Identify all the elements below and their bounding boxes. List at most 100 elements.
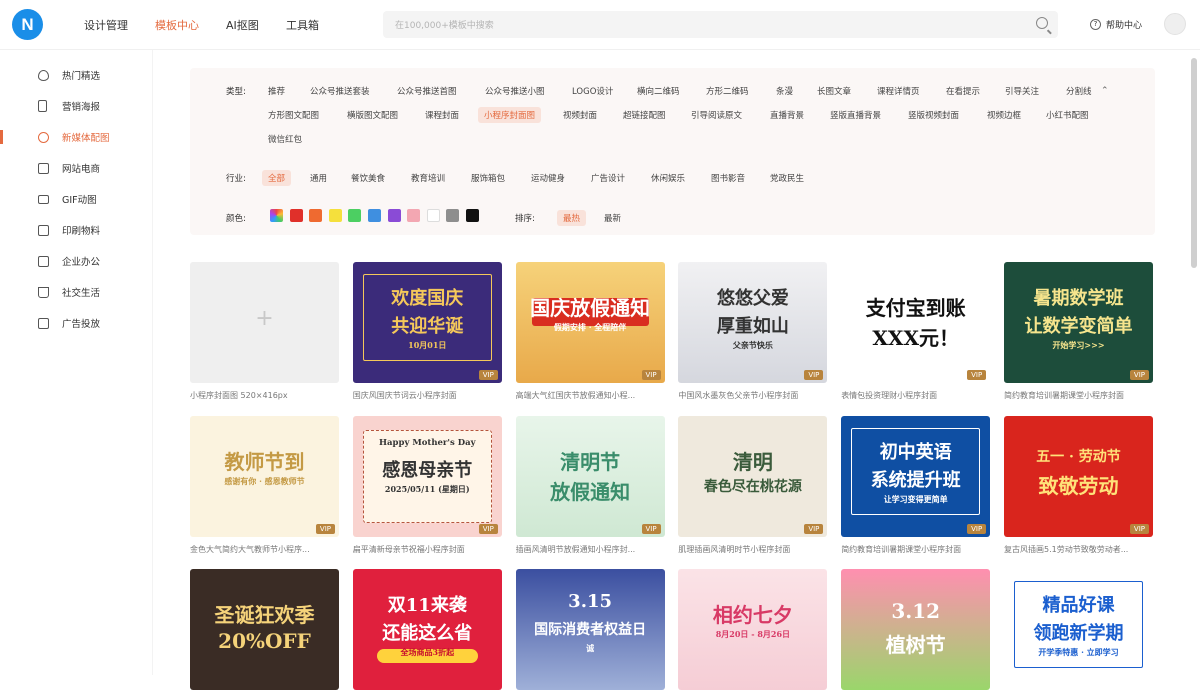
- color-swatch[interactable]: [407, 209, 421, 222]
- template-caption[interactable]: 中国风水墨灰色父亲节小程序封面: [678, 390, 827, 401]
- filter-type-option[interactable]: 分割线: [1066, 85, 1092, 97]
- template-card[interactable]: 清明 春色尽在桃花源 VIP: [678, 415, 828, 537]
- template-card[interactable]: 3.15 国际消费者权益日诚: [515, 569, 665, 690]
- filter-type-option[interactable]: 微信红包: [268, 133, 302, 145]
- template-card[interactable]: 悠悠父爱 厚重如山 父亲节快乐 VIP: [678, 262, 828, 383]
- template-caption[interactable]: 金色大气简约大气教师节小程序...: [190, 544, 339, 555]
- color-swatch[interactable]: [309, 209, 323, 222]
- nav-design-manage[interactable]: 设计管理: [84, 17, 128, 33]
- template-card[interactable]: +: [190, 262, 339, 383]
- template-card[interactable]: 初中英语 系统提升班 让学习变得更简单 VIP: [841, 415, 991, 537]
- filter-type-option[interactable]: 长图文章: [817, 85, 851, 97]
- filter-industry-option[interactable]: 图书影音: [711, 172, 745, 184]
- filter-type-option[interactable]: 引导关注: [1005, 85, 1039, 97]
- color-swatch[interactable]: [270, 209, 283, 222]
- color-swatch[interactable]: [348, 209, 362, 222]
- template-caption[interactable]: 简约教育培训暑期课堂小程序封面: [1004, 390, 1153, 401]
- sort-option[interactable]: 最新: [604, 212, 621, 224]
- template-card[interactable]: 3.12 植树节: [841, 569, 991, 690]
- template-caption[interactable]: 插画风清明节放假通知小程序封...: [516, 544, 665, 555]
- template-caption[interactable]: 简约教育培训暑期课堂小程序封面: [841, 544, 990, 555]
- filter-type-option[interactable]: 公众号推送首图: [397, 85, 457, 97]
- filter-industry-option[interactable]: 服饰箱包: [471, 172, 505, 184]
- filter-industry-option[interactable]: 通用: [310, 172, 327, 184]
- template-caption[interactable]: 高端大气红国庆节放假通知小程...: [516, 390, 665, 401]
- sidebar-item-label: 企业办公: [62, 257, 101, 268]
- filter-type-option[interactable]: 方形图文配图: [268, 109, 319, 121]
- template-caption[interactable]: 肌理插画风清明时节小程序封面: [678, 544, 827, 555]
- filter-industry-option[interactable]: 教育培训: [411, 172, 445, 184]
- filter-type-option[interactable]: 方形二维码: [706, 85, 749, 97]
- sidebar-item-social[interactable]: 社交生活: [0, 277, 153, 307]
- color-swatch[interactable]: [387, 209, 401, 222]
- color-swatch[interactable]: [466, 209, 479, 222]
- filter-type-option[interactable]: LOGO设计: [572, 85, 613, 97]
- filter-type-option[interactable]: 视频边框: [987, 109, 1021, 121]
- filter-type-option[interactable]: 小红书配图: [1046, 109, 1089, 121]
- help-center-link[interactable]: ? 帮助中心: [1090, 18, 1142, 31]
- template-card[interactable]: 圣诞狂欢季 20%OFF: [190, 569, 339, 690]
- color-swatch[interactable]: [426, 209, 440, 222]
- template-card[interactable]: 暑期数学班 让数学变简单 开始学习>>> VIP: [1004, 262, 1153, 383]
- filter-industry-option[interactable]: 餐饮美食: [351, 172, 385, 184]
- collapse-chevron-icon[interactable]: ⌃: [1101, 86, 1109, 96]
- template-card[interactable]: 精品好课 领跑新学期 开学季特惠 · 立即学习: [1004, 569, 1153, 690]
- template-caption[interactable]: 扁平清新母亲节祝福小程序封面: [353, 544, 502, 555]
- filter-type-option[interactable]: 直播背景: [770, 109, 804, 121]
- template-caption[interactable]: 复古风插画5.1劳动节致敬劳动者...: [1004, 544, 1153, 555]
- nav-template-center[interactable]: 模板中心: [155, 17, 199, 33]
- filter-type-option[interactable]: 横向二维码: [637, 85, 680, 97]
- avatar[interactable]: [1164, 13, 1186, 35]
- sidebar-item-new-media[interactable]: 新媒体配图: [0, 122, 153, 152]
- sidebar-item-marketing-poster[interactable]: 营销海报: [0, 91, 153, 121]
- filter-industry-option[interactable]: 全部: [262, 170, 292, 186]
- scrollbar[interactable]: [1191, 58, 1197, 268]
- sidebar-item-office[interactable]: 企业办公: [0, 246, 153, 276]
- template-card[interactable]: 五一 · 劳动节 致敬劳动 VIP: [1004, 415, 1153, 537]
- template-card[interactable]: 相约七夕 8月20日 - 8月26日: [678, 569, 828, 690]
- filter-industry-option[interactable]: 广告设计: [591, 172, 625, 184]
- filter-industry-option[interactable]: 运动健身: [531, 172, 565, 184]
- sidebar-item-ecommerce[interactable]: 网站电商: [0, 153, 153, 183]
- template-card[interactable]: 欢度国庆 共迎华诞 10月01日 VIP: [352, 262, 502, 383]
- filter-type-option[interactable]: 推荐: [268, 85, 285, 97]
- color-swatch[interactable]: [368, 209, 381, 222]
- template-card[interactable]: 双11来袭 还能这么省 全场商品3折起: [352, 569, 502, 690]
- filter-industry-option[interactable]: 党政民生: [770, 172, 804, 184]
- filter-type-option[interactable]: 小程序封面图: [478, 107, 542, 123]
- filter-type-option[interactable]: 竖版直播背景: [830, 109, 881, 121]
- template-card[interactable]: 支付宝到账 XXX元！ VIP: [841, 262, 991, 383]
- nav-toolbox[interactable]: 工具箱: [286, 17, 319, 33]
- sidebar-item-hot[interactable]: 热门精选: [0, 60, 153, 90]
- filter-type-option[interactable]: 视频封面: [563, 109, 597, 121]
- sidebar-item-print[interactable]: 印刷物料: [0, 215, 153, 245]
- template-caption[interactable]: 表情包投资理财小程序封面: [841, 390, 990, 401]
- template-card[interactable]: 国庆放假通知 假期安排 · 全程陪伴 VIP: [515, 262, 665, 383]
- sort-option[interactable]: 最热: [557, 210, 587, 226]
- filter-type-option[interactable]: 课程封面: [425, 109, 459, 121]
- filter-type-option[interactable]: 引导阅读原文: [691, 109, 742, 121]
- template-caption[interactable]: 小程序封面图 520×416px: [190, 390, 339, 401]
- search-input[interactable]: 在100,000+模板中搜索: [383, 11, 1058, 38]
- template-card[interactable]: Happy Mother's Day 感恩母亲节 2025/05/11 (星期日) V…: [352, 415, 502, 537]
- filter-type-option[interactable]: 公众号推送小图: [485, 85, 545, 97]
- filter-type-option[interactable]: 公众号推送套装: [310, 85, 370, 97]
- filter-type-option[interactable]: 横版图文配图: [347, 109, 398, 121]
- filter-type-option[interactable]: 条漫: [776, 85, 793, 97]
- sidebar-item-gif[interactable]: GIF动图: [0, 184, 153, 214]
- filter-type-option[interactable]: 课程详情页: [877, 85, 920, 97]
- color-swatch[interactable]: [328, 209, 342, 222]
- color-swatch[interactable]: [289, 209, 303, 222]
- filter-type-option[interactable]: 超链接配图: [623, 109, 666, 121]
- filter-type-option[interactable]: 竖版视频封面: [908, 109, 959, 121]
- search-icon[interactable]: [1036, 17, 1048, 29]
- logo[interactable]: N: [12, 9, 43, 40]
- nav-ai-cutout[interactable]: AI抠图: [226, 17, 259, 33]
- color-swatch[interactable]: [446, 209, 460, 222]
- template-card[interactable]: 教师节到 感谢有你 · 感恩教师节 VIP: [190, 415, 339, 537]
- template-card[interactable]: 清明节 放假通知 VIP: [515, 415, 665, 537]
- template-caption[interactable]: 国庆风国庆节词云小程序封面: [353, 390, 502, 401]
- filter-industry-option[interactable]: 休闲娱乐: [651, 172, 685, 184]
- filter-type-option[interactable]: 在看提示: [946, 85, 980, 97]
- sidebar-item-ads[interactable]: 广告投放: [0, 308, 153, 338]
